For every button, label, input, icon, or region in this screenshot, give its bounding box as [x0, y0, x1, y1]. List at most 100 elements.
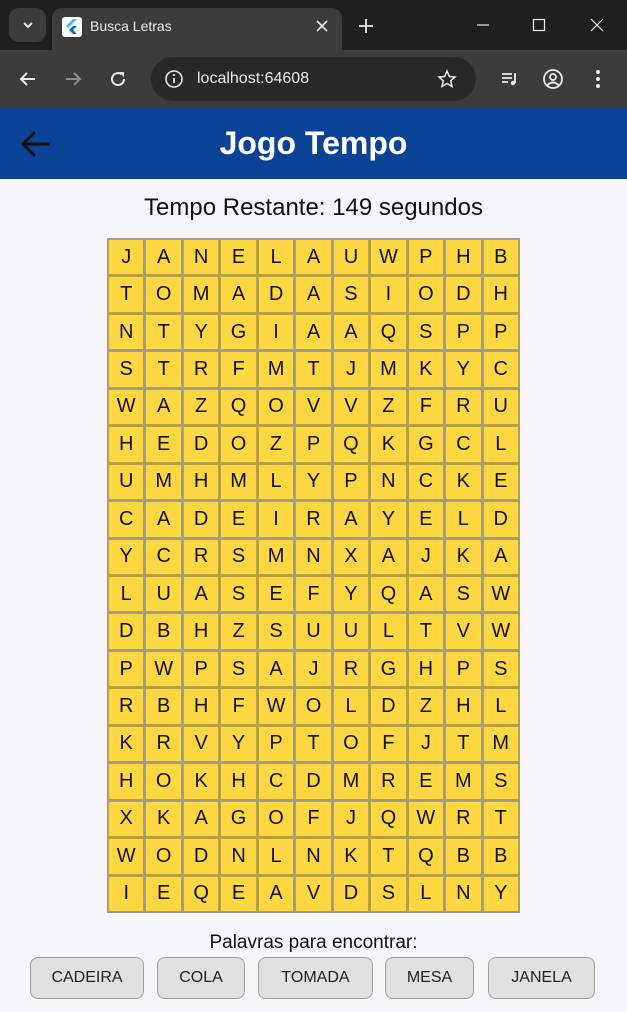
grid-cell[interactable]: Q [370, 800, 407, 838]
grid-cell[interactable]: O [407, 276, 445, 313]
grid-cell[interactable]: R [295, 501, 332, 538]
grid-cell[interactable]: M [257, 351, 295, 388]
grid-cell[interactable]: R [145, 725, 182, 763]
grid-cell[interactable]: L [332, 688, 370, 725]
grid-cell[interactable]: W [407, 800, 445, 838]
grid-cell[interactable]: Q [182, 875, 220, 912]
grid-cell[interactable]: A [257, 875, 295, 912]
grid-cell[interactable]: Y [445, 351, 482, 388]
grid-cell[interactable]: S [482, 763, 519, 800]
grid-cell[interactable]: F [220, 351, 257, 388]
grid-cell[interactable]: D [445, 276, 482, 313]
grid-cell[interactable]: L [482, 426, 519, 463]
grid-cell[interactable]: Y [332, 575, 370, 613]
grid-cell[interactable]: A [220, 276, 257, 313]
grid-cell[interactable]: A [182, 800, 220, 838]
grid-cell[interactable]: O [145, 763, 182, 800]
grid-cell[interactable]: M [482, 725, 519, 763]
grid-cell[interactable]: Q [370, 313, 407, 351]
grid-cell[interactable]: G [220, 313, 257, 351]
grid-cell[interactable]: R [332, 650, 370, 688]
grid-cell[interactable]: U [295, 613, 332, 650]
grid-cell[interactable]: W [482, 613, 519, 650]
grid-cell[interactable]: B [482, 239, 519, 276]
tab-search-icon[interactable] [9, 8, 46, 42]
grid-cell[interactable]: M [145, 463, 182, 501]
grid-cell[interactable]: Z [257, 426, 295, 463]
grid-cell[interactable]: Z [370, 388, 407, 426]
grid-cell[interactable]: A [332, 501, 370, 538]
browser-tab[interactable]: Busca Letras [52, 8, 342, 50]
grid-cell[interactable]: E [407, 501, 445, 538]
grid-cell[interactable]: W [257, 688, 295, 725]
grid-cell[interactable]: S [220, 650, 257, 688]
grid-cell[interactable]: K [332, 838, 370, 875]
grid-cell[interactable]: P [295, 426, 332, 463]
profile-icon[interactable] [538, 64, 568, 94]
bookmark-star-icon[interactable] [436, 68, 458, 90]
grid-cell[interactable]: W [482, 575, 519, 613]
grid-cell[interactable]: P [445, 313, 482, 351]
media-controls-icon[interactable] [495, 64, 525, 94]
grid-cell[interactable]: H [220, 763, 257, 800]
grid-cell[interactable]: T [407, 613, 445, 650]
grid-cell[interactable]: N [108, 313, 145, 351]
grid-cell[interactable]: E [257, 575, 295, 613]
grid-cell[interactable]: O [257, 800, 295, 838]
grid-cell[interactable]: O [257, 388, 295, 426]
grid-cell[interactable]: M [257, 538, 295, 575]
grid-cell[interactable]: D [108, 613, 145, 650]
grid-cell[interactable]: R [182, 351, 220, 388]
grid-cell[interactable]: G [407, 426, 445, 463]
grid-cell[interactable]: V [445, 613, 482, 650]
grid-cell[interactable]: C [257, 763, 295, 800]
grid-cell[interactable]: W [370, 239, 407, 276]
word-button[interactable]: COLA [157, 957, 245, 999]
grid-cell[interactable]: W [108, 838, 145, 875]
grid-cell[interactable]: L [407, 875, 445, 912]
grid-cell[interactable]: H [182, 463, 220, 501]
grid-cell[interactable]: Z [182, 388, 220, 426]
grid-cell[interactable]: L [257, 838, 295, 875]
grid-cell[interactable]: W [145, 650, 182, 688]
grid-cell[interactable]: P [257, 725, 295, 763]
grid-cell[interactable]: T [145, 313, 182, 351]
grid-cell[interactable]: J [332, 800, 370, 838]
grid-cell[interactable]: E [407, 763, 445, 800]
grid-cell[interactable]: C [407, 463, 445, 501]
reload-icon[interactable] [103, 64, 133, 94]
grid-cell[interactable]: Y [295, 463, 332, 501]
grid-cell[interactable]: T [370, 838, 407, 875]
grid-cell[interactable]: Q [370, 575, 407, 613]
grid-cell[interactable]: P [407, 239, 445, 276]
grid-cell[interactable]: V [295, 875, 332, 912]
grid-cell[interactable]: L [445, 501, 482, 538]
grid-cell[interactable]: Z [407, 688, 445, 725]
grid-cell[interactable]: A [332, 313, 370, 351]
grid-cell[interactable]: N [445, 875, 482, 912]
grid-cell[interactable]: A [182, 575, 220, 613]
grid-cell[interactable]: U [145, 575, 182, 613]
grid-cell[interactable]: D [182, 501, 220, 538]
grid-cell[interactable]: Y [370, 501, 407, 538]
grid-cell[interactable]: H [482, 276, 519, 313]
grid-cell[interactable]: F [295, 575, 332, 613]
grid-cell[interactable]: J [407, 725, 445, 763]
grid-cell[interactable]: A [145, 239, 182, 276]
grid-cell[interactable]: Y [220, 725, 257, 763]
grid-cell[interactable]: V [295, 388, 332, 426]
grid-cell[interactable]: C [445, 426, 482, 463]
grid-cell[interactable]: P [482, 313, 519, 351]
grid-cell[interactable]: T [145, 351, 182, 388]
url-text[interactable]: localhost:64608 [197, 70, 309, 88]
grid-cell[interactable]: D [482, 501, 519, 538]
grid-cell[interactable]: D [295, 763, 332, 800]
grid-cell[interactable]: K [370, 426, 407, 463]
grid-cell[interactable]: N [182, 239, 220, 276]
grid-cell[interactable]: J [407, 538, 445, 575]
grid-cell[interactable]: A [482, 538, 519, 575]
grid-cell[interactable]: H [445, 688, 482, 725]
grid-cell[interactable]: G [220, 800, 257, 838]
grid-cell[interactable]: G [370, 650, 407, 688]
grid-cell[interactable]: F [370, 725, 407, 763]
